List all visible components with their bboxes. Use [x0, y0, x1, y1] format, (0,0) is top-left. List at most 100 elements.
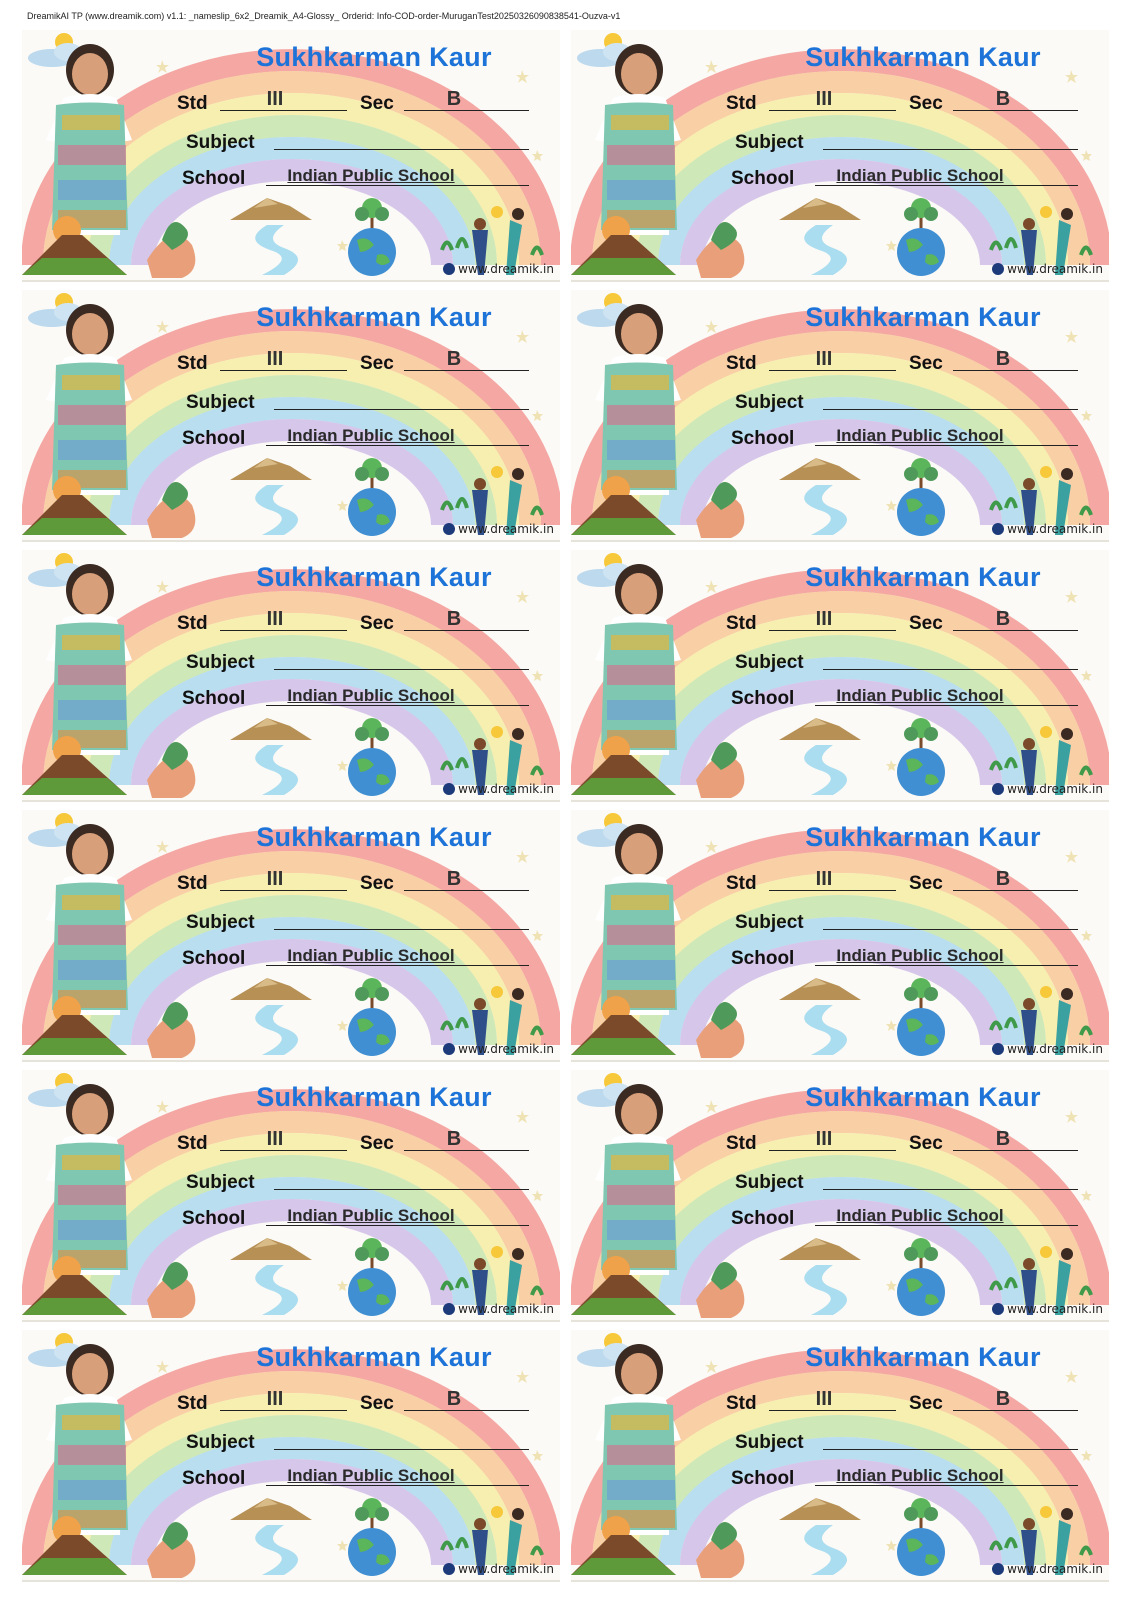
river-icon	[255, 1005, 298, 1055]
dreamik-url: www.dreamik.in	[443, 1042, 554, 1056]
std-label: Std	[726, 1393, 757, 1414]
school-label: School	[731, 688, 795, 709]
school-label: School	[731, 428, 795, 449]
slip-row: Sukhkarman Kaur Std III Sec B Subject Sc…	[22, 810, 1110, 1062]
sec-value: B	[995, 88, 1011, 110]
subject-line	[274, 149, 529, 150]
school-value: Indian Public School	[836, 1206, 1004, 1225]
name-slip: Sukhkarman Kaur Std III Sec B Subject Sc…	[22, 810, 560, 1062]
subject-label: Subject	[186, 132, 255, 153]
std-value: III	[266, 88, 284, 110]
sec-value: B	[995, 1388, 1011, 1410]
slip-row: Sukhkarman Kaur Std III Sec B Subject Sc…	[22, 1070, 1110, 1322]
girl-photo	[595, 44, 681, 235]
school-value: Indian Public School	[287, 1206, 455, 1225]
earth-tree-icon	[348, 198, 396, 276]
student-name: Sukhkarman Kaur	[805, 302, 1041, 332]
name-slip: Sukhkarman Kaur Std III Sec B Subject Sc…	[571, 290, 1109, 542]
dreamik-url: www.dreamik.in	[443, 1562, 554, 1576]
earth-tree-icon	[897, 198, 945, 276]
earth-tree-icon	[897, 718, 945, 796]
dreamik-url: www.dreamik.in	[992, 782, 1103, 796]
girl-photo	[46, 564, 132, 755]
earth-tree-icon	[897, 458, 945, 536]
mountain-icon	[230, 978, 312, 1000]
mountain-icon	[230, 1238, 312, 1260]
mountain-icon	[779, 1238, 861, 1260]
url-text: www.dreamik.in	[458, 1302, 554, 1316]
girl-photo	[595, 1084, 681, 1275]
name-slip: Sukhkarman Kaur Std III Sec B Subject Sc…	[22, 290, 560, 542]
earth-tree-icon	[897, 1498, 945, 1576]
school-value: Indian Public School	[836, 1466, 1004, 1485]
name-slip: Sukhkarman Kaur Std III Sec B Subject Sc…	[22, 30, 560, 282]
school-value: Indian Public School	[836, 166, 1004, 185]
dreamik-logo-icon	[443, 1563, 456, 1575]
student-name: Sukhkarman Kaur	[805, 822, 1041, 852]
sec-value: B	[995, 348, 1011, 370]
earth-tree-icon	[348, 1238, 396, 1316]
std-value: III	[815, 88, 833, 110]
school-value: Indian Public School	[287, 946, 455, 965]
dreamik-url: www.dreamik.in	[443, 782, 554, 796]
std-label: Std	[177, 873, 208, 894]
name-slip: Sukhkarman Kaur Std III Sec B Subject Sc…	[571, 30, 1109, 282]
girl-photo	[595, 304, 681, 495]
river-icon	[804, 745, 847, 795]
name-slip: Sukhkarman Kaur Std III Sec B Subject Sc…	[571, 810, 1109, 1062]
mountain-icon	[230, 1498, 312, 1520]
sec-value: B	[446, 88, 462, 110]
dreamik-logo-icon	[992, 1043, 1005, 1055]
sec-value: B	[446, 608, 462, 630]
dreamik-url: www.dreamik.in	[443, 1302, 554, 1316]
dreamik-url: www.dreamik.in	[992, 522, 1103, 536]
name-slip: Sukhkarman Kaur Std III Sec B Subject Sc…	[22, 1070, 560, 1322]
subject-label: Subject	[186, 392, 255, 413]
river-icon	[804, 1525, 847, 1575]
girl-photo	[595, 1344, 681, 1535]
url-text: www.dreamik.in	[458, 522, 554, 536]
std-value: III	[266, 608, 284, 630]
std-label: Std	[726, 353, 757, 374]
url-text: www.dreamik.in	[1007, 1562, 1103, 1576]
subject-line	[274, 669, 529, 670]
std-label: Std	[726, 93, 757, 114]
sec-value: B	[995, 608, 1011, 630]
sec-label: Sec	[909, 353, 943, 374]
url-text: www.dreamik.in	[458, 262, 554, 276]
dreamik-logo-icon	[992, 263, 1005, 275]
dreamik-logo-icon	[443, 1043, 456, 1055]
mountain-icon	[230, 718, 312, 740]
dreamik-logo-icon	[443, 523, 456, 535]
std-value: III	[266, 348, 284, 370]
url-text: www.dreamik.in	[1007, 782, 1103, 796]
sec-label: Sec	[360, 613, 394, 634]
subject-label: Subject	[186, 1432, 255, 1453]
mountain-icon	[779, 458, 861, 480]
sec-label: Sec	[909, 873, 943, 894]
sec-value: B	[446, 868, 462, 890]
student-name: Sukhkarman Kaur	[805, 42, 1041, 72]
school-label: School	[731, 948, 795, 969]
earth-tree-icon	[348, 1498, 396, 1576]
mountain-icon	[779, 718, 861, 740]
girl-photo	[595, 824, 681, 1015]
dreamik-url: www.dreamik.in	[992, 262, 1103, 276]
school-value: Indian Public School	[287, 1466, 455, 1485]
url-text: www.dreamik.in	[458, 1042, 554, 1056]
student-name: Sukhkarman Kaur	[805, 562, 1041, 592]
student-name: Sukhkarman Kaur	[256, 562, 492, 592]
std-value: III	[266, 868, 284, 890]
subject-label: Subject	[735, 132, 804, 153]
subject-label: Subject	[735, 392, 804, 413]
url-text: www.dreamik.in	[1007, 1042, 1103, 1056]
std-label: Std	[726, 613, 757, 634]
subject-label: Subject	[186, 912, 255, 933]
name-slip: Sukhkarman Kaur Std III Sec B Subject Sc…	[22, 550, 560, 802]
subject-line	[823, 1189, 1078, 1190]
std-label: Std	[177, 1133, 208, 1154]
url-text: www.dreamik.in	[1007, 522, 1103, 536]
subject-line	[274, 1189, 529, 1190]
school-label: School	[731, 1208, 795, 1229]
std-label: Std	[177, 353, 208, 374]
